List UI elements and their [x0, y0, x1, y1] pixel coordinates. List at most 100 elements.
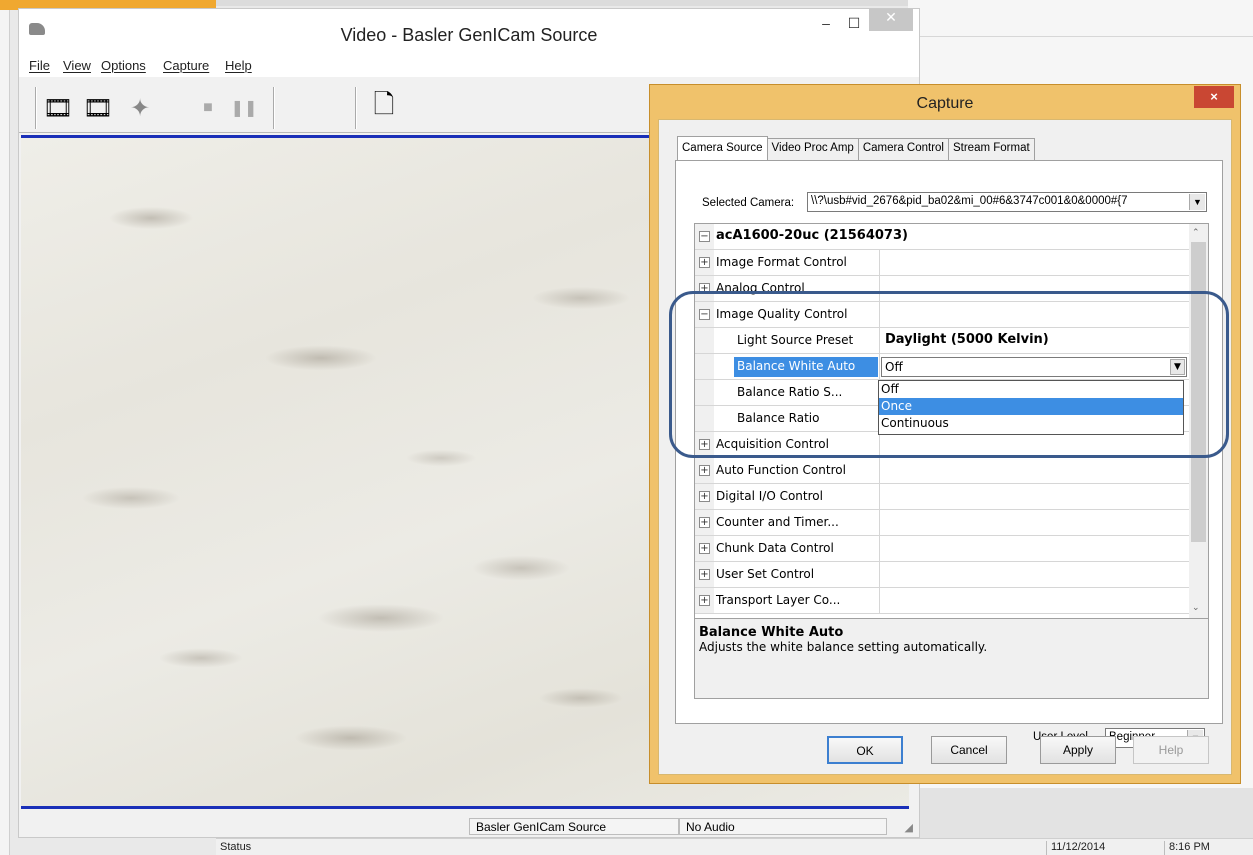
grid-row-image-quality-control[interactable]: − Image Quality Control [695, 302, 1189, 328]
camera-source-panel: Selected Camera: \\?\usb#vid_2676&pid_ba… [675, 160, 1223, 748]
tab-strip: Camera Source Video Proc Amp Camera Cont… [677, 136, 1035, 160]
tab-stream-format[interactable]: Stream Format [947, 138, 1035, 160]
selected-camera-value: \\?\usb#vid_2676&pid_ba02&mi_00#6&3747c0… [811, 195, 1128, 207]
ok-button[interactable]: OK [827, 736, 903, 764]
background-divider [916, 36, 1253, 37]
grid-row-acquisition-control[interactable]: + Acquisition Control [695, 432, 1189, 458]
grid-row-label: Acquisition Control [716, 437, 829, 451]
capture-body: Camera Source Video Proc Amp Camera Cont… [658, 119, 1232, 775]
grid-row-label: Image Format Control [716, 255, 847, 269]
background-time: 8:16 PM [1164, 841, 1224, 855]
film-clock-icon: 🎞 [42, 94, 74, 122]
toolbar-separator [35, 87, 37, 129]
menu-capture[interactable]: Capture [163, 58, 209, 73]
grid-row-label: Auto Function Control [716, 463, 846, 477]
grid-row-label: Light Source Preset [737, 333, 854, 347]
status-source: Basler GenICam Source [469, 818, 679, 835]
expand-icon[interactable]: + [699, 569, 710, 580]
tab-video-proc-amp[interactable]: Video Proc Amp [766, 138, 859, 160]
grid-row-analog-control[interactable]: + Analog Control [695, 276, 1189, 302]
grid-row-label: Transport Layer Co... [716, 593, 841, 607]
grid-row-value: Daylight (5000 Kelvin) [885, 332, 1049, 347]
grid-row-auto-function-control[interactable]: + Auto Function Control [695, 458, 1189, 484]
start-capture-button[interactable]: 🎞 [79, 89, 117, 127]
expand-icon[interactable]: + [699, 257, 710, 268]
background-date: 11/12/2014 [1046, 841, 1136, 855]
description-panel: Balance White Auto Adjusts the white bal… [694, 619, 1209, 699]
balance-white-auto-select[interactable]: Off ▼ [881, 357, 1187, 377]
chevron-down-icon[interactable]: ▼ [1189, 194, 1205, 210]
video-menubar: File View Options Capture Help [19, 55, 919, 77]
minimize-button[interactable]: – [815, 15, 837, 37]
menu-help[interactable]: Help [225, 58, 252, 73]
grid-row-label: Digital I/O Control [716, 489, 823, 503]
status-audio: No Audio [679, 818, 887, 835]
grid-row-balance-white-auto[interactable]: Balance White Auto Off ▼ [695, 354, 1189, 380]
new-document-icon: 🗋 [373, 89, 395, 119]
dropdown-option-continuous[interactable]: Continuous [879, 415, 1183, 432]
grid-row-label: Balance Ratio S... [737, 385, 843, 399]
scroll-up-icon[interactable]: ⌃ [1192, 227, 1200, 238]
help-button[interactable]: Help [1133, 736, 1209, 764]
toolbar-separator [273, 87, 275, 129]
menu-options[interactable]: Options [101, 58, 146, 73]
grid-row-chunk-data-control[interactable]: + Chunk Data Control [695, 536, 1189, 562]
expand-icon[interactable]: + [699, 439, 710, 450]
grid-row-label: Counter and Timer... [716, 515, 839, 529]
collapse-icon[interactable]: − [699, 231, 710, 242]
cancel-button[interactable]: Cancel [931, 736, 1007, 764]
grid-root-label: acA1600-20uc (21564073) [716, 228, 908, 243]
background-window-edge [0, 10, 10, 855]
grid-row-counter-and-timer[interactable]: + Counter and Timer... [695, 510, 1189, 536]
selected-camera-select[interactable]: \\?\usb#vid_2676&pid_ba02&mi_00#6&3747c0… [807, 192, 1207, 212]
tab-camera-source[interactable]: Camera Source [677, 136, 768, 160]
close-button[interactable]: ✕ [869, 9, 913, 31]
dropdown-option-off[interactable]: Off [879, 381, 1183, 398]
menu-file[interactable]: File [29, 58, 50, 73]
grid-row-transport-layer-control[interactable]: + Transport Layer Co... [695, 588, 1189, 614]
background-gray-area [908, 788, 1253, 838]
capture-timed-button[interactable]: 🎞 [39, 89, 77, 127]
pause-button[interactable]: ❚❚ [225, 89, 263, 127]
grid-row-label: Balance Ratio [737, 411, 820, 425]
grid-row-light-source-preset[interactable]: Light Source Preset Daylight (5000 Kelvi… [695, 328, 1189, 354]
maximize-button[interactable]: ☐ [843, 15, 865, 37]
capture-titlebar[interactable]: Capture × [650, 85, 1240, 119]
expand-icon[interactable]: + [699, 491, 710, 502]
capture-close-button[interactable]: × [1194, 86, 1234, 108]
chevron-down-icon[interactable]: ▼ [1170, 359, 1185, 375]
apply-button[interactable]: Apply [1040, 736, 1116, 764]
tab-camera-control[interactable]: Camera Control [857, 138, 949, 160]
dropdown-option-once[interactable]: Once [879, 398, 1183, 415]
grid-row-label: Balance White Auto [737, 359, 856, 373]
grid-row-digital-io-control[interactable]: + Digital I/O Control [695, 484, 1189, 510]
video-statusbar: Basler GenICam Source No Audio ◢ [19, 815, 919, 837]
stop-icon: ■ [203, 99, 213, 116]
grid-row-user-set-control[interactable]: + User Set Control [695, 562, 1189, 588]
expand-icon[interactable]: + [699, 465, 710, 476]
video-titlebar[interactable]: Video - Basler GenICam Source – ☐ ✕ [19, 9, 919, 55]
wand-button[interactable]: ✦ [121, 89, 159, 127]
grid-row-image-format-control[interactable]: + Image Format Control [695, 250, 1189, 276]
scroll-down-icon[interactable]: ⌄ [1192, 602, 1200, 613]
grid-root-row[interactable]: − acA1600-20uc (21564073) [695, 224, 1189, 250]
scroll-thumb[interactable] [1191, 242, 1206, 542]
menu-view[interactable]: View [63, 58, 91, 73]
grid-row-label: User Set Control [716, 567, 815, 581]
new-file-button[interactable]: 🗋 [365, 89, 403, 127]
magic-wand-icon: ✦ [129, 94, 151, 122]
grid-row-label: Chunk Data Control [716, 541, 834, 555]
expand-icon[interactable]: + [699, 595, 710, 606]
grid-row-label: Analog Control [716, 281, 805, 295]
resize-grip-icon[interactable]: ◢ [905, 821, 913, 834]
grid-scrollbar[interactable]: ⌃ ⌄ [1189, 224, 1208, 618]
expand-icon[interactable]: + [699, 283, 710, 294]
pause-icon: ❚❚ [230, 100, 258, 117]
collapse-icon[interactable]: − [699, 309, 710, 320]
grid-row-label: Image Quality Control [716, 307, 848, 321]
video-window-title: Video - Basler GenICam Source [340, 25, 598, 45]
expand-icon[interactable]: + [699, 517, 710, 528]
selected-camera-label: Selected Camera: [702, 197, 795, 209]
stop-button[interactable]: ■ [189, 89, 227, 127]
expand-icon[interactable]: + [699, 543, 710, 554]
